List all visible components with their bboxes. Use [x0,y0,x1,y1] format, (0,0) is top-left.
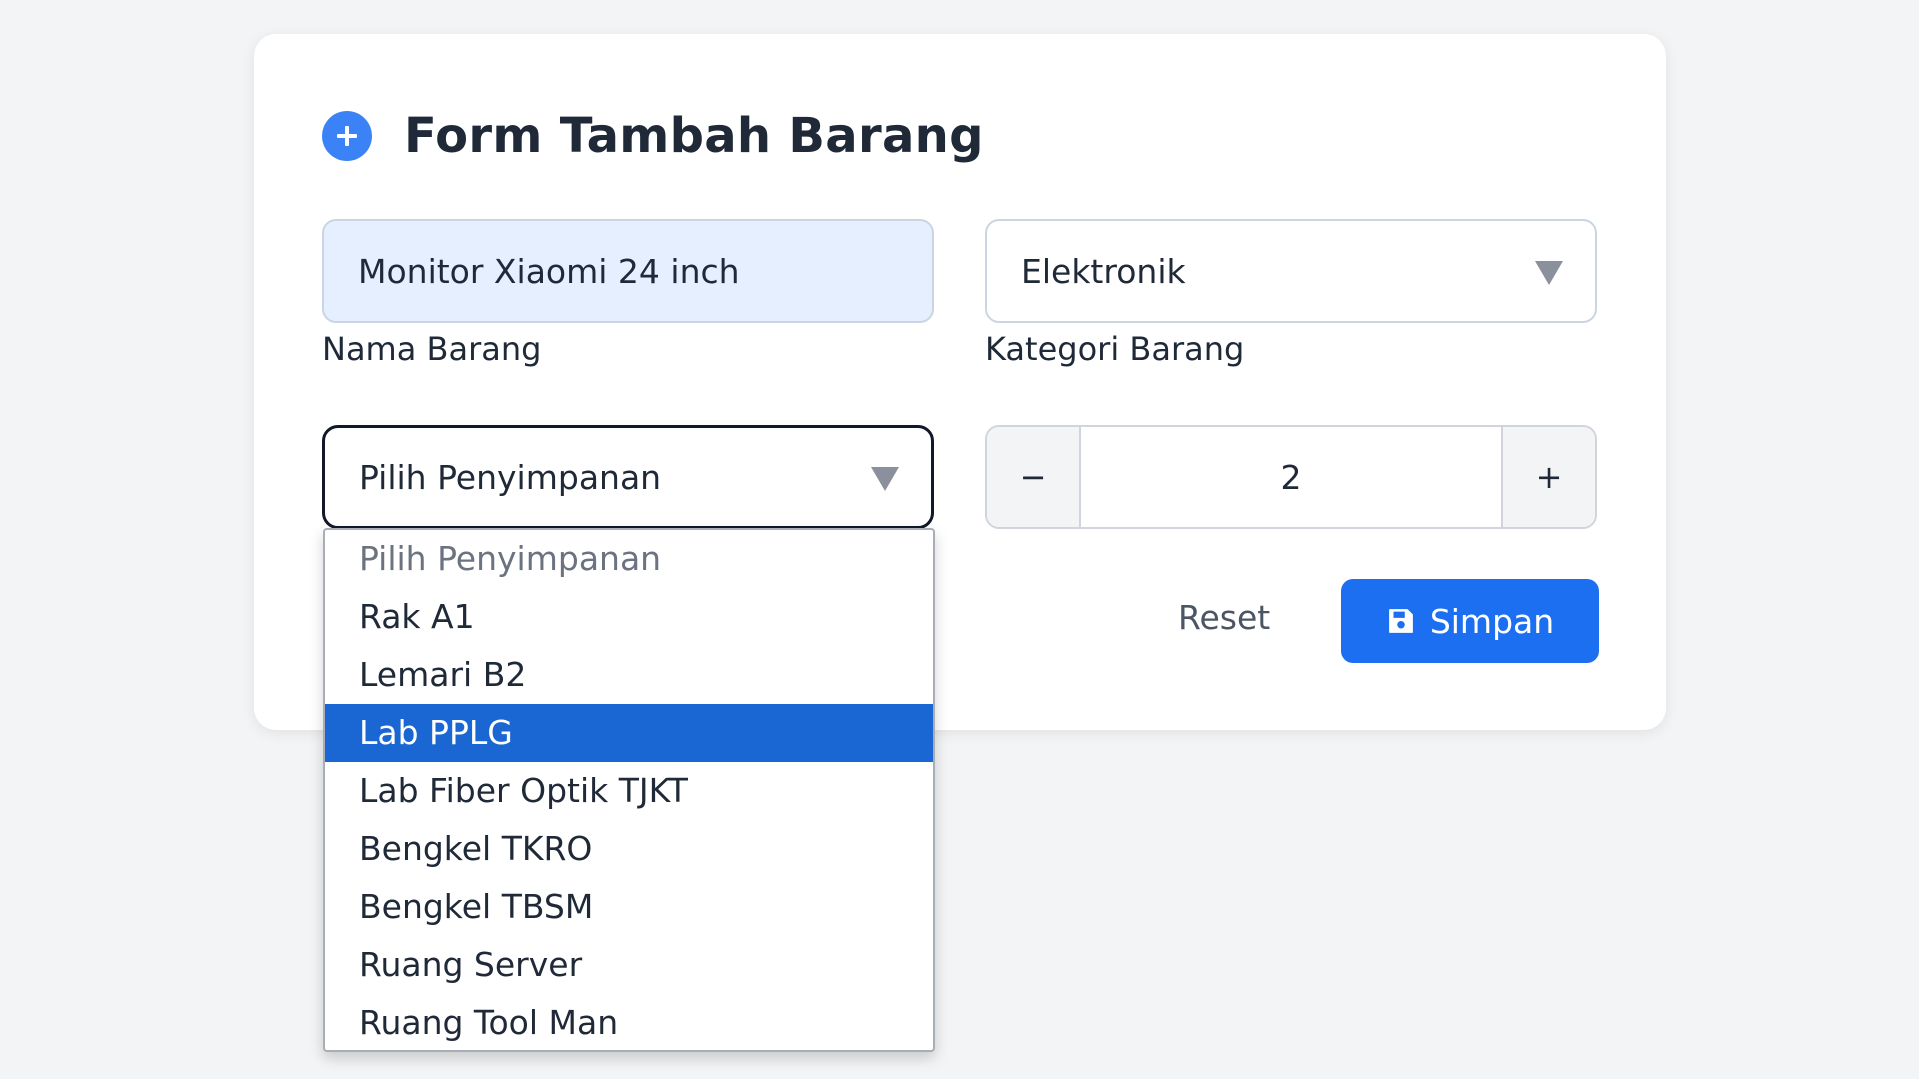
caret-down-icon [871,467,899,491]
dropdown-option[interactable]: Bengkel TKRO [325,820,933,878]
dropdown-option[interactable]: Bengkel TBSM [325,878,933,936]
item-name-value: Monitor Xiaomi 24 inch [358,251,740,291]
item-name-input[interactable]: Monitor Xiaomi 24 inch [322,219,934,323]
quantity-input[interactable]: 2 [1081,427,1501,527]
page-title: Form Tambah Barang [404,108,984,164]
decrement-button[interactable]: − [987,427,1081,527]
dropdown-option[interactable]: Lab Fiber Optik TJKT [325,762,933,820]
category-label: Kategori Barang [985,330,1245,368]
item-name-label: Nama Barang [322,330,542,368]
floppy-disk-icon [1386,606,1416,636]
dropdown-option[interactable]: Ruang Tool Man [325,994,933,1050]
increment-button[interactable]: + [1501,427,1595,527]
dropdown-option[interactable]: Pilih Penyimpanan [325,530,933,588]
dropdown-option-highlighted[interactable]: Lab PPLG [325,704,933,762]
category-select[interactable]: Elektronik [985,219,1597,323]
caret-down-icon [1535,261,1563,285]
save-label: Simpan [1429,601,1555,641]
storage-dropdown-list: Pilih Penyimpanan Rak A1 Lemari B2 Lab P… [323,528,935,1052]
dropdown-option[interactable]: Ruang Server [325,936,933,994]
storage-value: Pilih Penyimpanan [359,457,662,497]
quantity-stepper: − 2 + [985,425,1597,529]
save-button[interactable]: Simpan [1341,579,1599,663]
category-value: Elektronik [1021,251,1186,291]
reset-button[interactable]: Reset [1178,598,1270,637]
storage-select[interactable]: Pilih Penyimpanan [322,425,934,529]
form-header: Form Tambah Barang [322,108,984,164]
dropdown-option[interactable]: Rak A1 [325,588,933,646]
dropdown-option[interactable]: Lemari B2 [325,646,933,704]
plus-circle-icon [322,111,372,161]
